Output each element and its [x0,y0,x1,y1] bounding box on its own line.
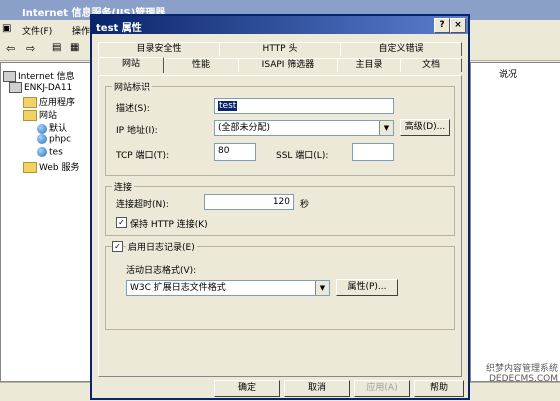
ssl-port-label: SSL 端口(L): [276,151,329,161]
connection-group: 连接 连接超时(N): 120 秒 ✓ 保持 HTTP 连接(K) [105,180,455,236]
site-identification-label: 网站标识 [112,80,153,93]
log-format-select[interactable]: W3C 扩展日志文件格式 ▼ [126,280,330,296]
seconds-unit-label: 秒 [300,200,310,210]
ip-address-select[interactable]: (全部未分配) ▼ [214,120,394,136]
log-properties-button[interactable]: 属性(P)... [336,279,398,296]
watermark-line1: 织梦内容管理系统 [485,364,558,374]
tab-website[interactable]: 网站 [98,57,164,73]
tab-http-headers[interactable]: HTTP 头 [219,42,341,56]
ok-button[interactable]: 确定 [214,380,280,397]
close-icon[interactable]: × [450,18,466,33]
cancel-button[interactable]: 取消 [284,380,350,397]
server-icon [9,82,22,93]
chevron-down-icon[interactable]: ▼ [379,121,393,135]
tree-item-root[interactable]: Internet 信息 [3,69,75,82]
ssl-port-input[interactable] [352,143,394,161]
enable-logging-label: 启用日志记录(E) [126,240,197,253]
computer-icon [3,71,16,82]
advanced-button[interactable]: 高级(D)... [400,119,450,136]
dialog-titlebar: test 属性 ? × [92,16,468,34]
tcp-port-label: TCP 端口(T): [116,151,170,161]
website-icon [37,147,47,157]
folder-icon [23,110,37,121]
tcp-port-input[interactable]: 80 [214,143,256,161]
active-log-format-label: 活动日志格式(V): [126,266,197,276]
folder-icon [23,162,37,173]
enable-logging-checkbox[interactable]: ✓ [112,241,123,252]
menu-file[interactable]: 文件(F) [22,24,52,37]
website-icon [37,134,47,144]
website-icon [37,123,47,134]
tab-performance[interactable]: 性能 [163,58,239,72]
keepalive-checkbox[interactable]: ✓ [116,217,127,228]
menu-action[interactable]: 操作 [72,24,90,37]
ip-address-label: IP 地址(I): [116,126,158,136]
watermark: 织梦内容管理系统 DEDECMS.COM [440,364,558,384]
up-folder-icon[interactable]: ▤ [52,42,61,53]
watermark-line2: DEDECMS.COM [489,374,558,384]
app-icon: ▣ [2,23,12,34]
properties-dialog: test 属性 ? × 目录安全性 HTTP 头 自定义错误 网站 性能 ISA… [90,14,470,400]
forward-arrow-icon[interactable]: ⇨ [26,42,35,55]
chevron-down-icon[interactable]: ▼ [315,281,329,295]
show-tree-icon[interactable]: ▦ [70,42,79,53]
back-arrow-icon[interactable]: ⇦ [6,42,15,55]
tab-custom-errors[interactable]: 自定义错误 [340,42,462,56]
dialog-title: test 属性 [96,23,142,34]
tree-item-web-service[interactable]: Web 服务 [23,160,79,173]
description-label: 描述(S): [116,104,150,114]
tab-documents[interactable]: 文档 [400,58,462,72]
description-input[interactable]: test [214,98,394,114]
connection-timeout-label: 连接超时(N): [116,200,169,210]
background-right-panel: 说况 [470,62,560,382]
tab-directory-security[interactable]: 目录安全性 [98,42,220,56]
tree-item-default-site[interactable]: 默认 [37,121,67,134]
connection-timeout-input[interactable]: 120 [204,194,294,210]
apply-button[interactable]: 应用(A) [354,380,410,397]
tab-panel-website: 网站标识 描述(S): test IP 地址(I): (全部未分配) ▼ 高级(D… [98,75,462,377]
keepalive-label: 保持 HTTP 连接(K) [130,220,208,230]
tree-item-test[interactable]: tes [37,147,63,158]
background-tree-panel: Internet 信息 ENKJ-DA11 应用程序 网站 默认 phpc te… [0,62,94,382]
tab-isapi-filters[interactable]: ISAPI 筛选器 [238,58,338,72]
tree-item-phpc[interactable]: phpc [37,134,71,145]
logging-group: ✓ 启用日志记录(E) 活动日志格式(V): W3C 扩展日志文件格式 ▼ 属性(… [105,240,455,330]
right-column-header: 说况 [499,70,518,80]
connection-label: 连接 [112,180,135,193]
site-identification-group: 网站标识 描述(S): test IP 地址(I): (全部未分配) ▼ 高级(D… [105,80,455,176]
tree-item-apppool[interactable]: 应用程序 [23,95,75,108]
help-icon[interactable]: ? [434,18,450,33]
tree-item-websites[interactable]: 网站 [23,108,57,121]
tree-item-server[interactable]: ENKJ-DA11 [9,82,72,93]
folder-icon [23,97,37,108]
tab-home-directory[interactable]: 主目录 [337,58,401,72]
